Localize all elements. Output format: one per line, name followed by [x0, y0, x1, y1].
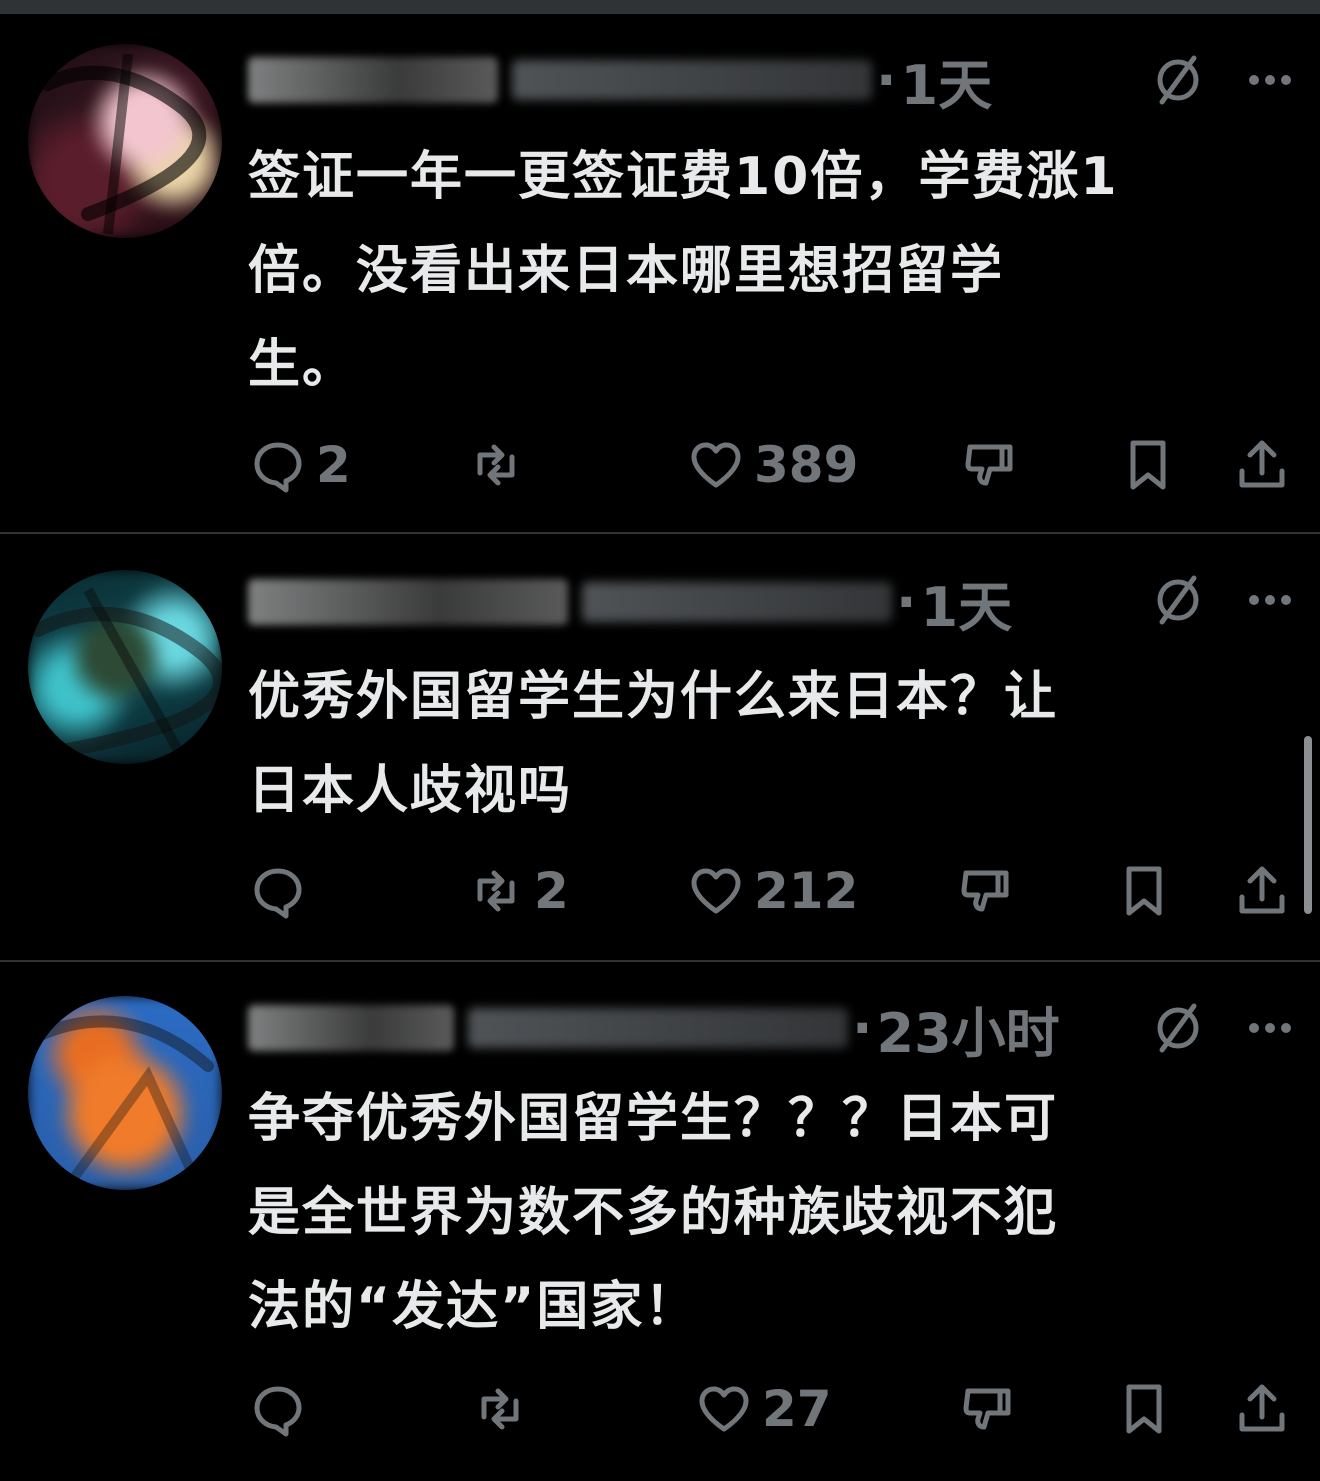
- tweet-text-line: 倍。没看出来日本哪里想招留学: [248, 241, 1005, 301]
- grok-icon[interactable]: [1148, 998, 1208, 1058]
- display-name-redacted[interactable]: [248, 579, 568, 625]
- speech-bubble-icon: [254, 868, 302, 919]
- like-button[interactable]: 27: [694, 1374, 832, 1444]
- heart-icon: [691, 868, 741, 914]
- more-icon[interactable]: [1248, 70, 1292, 90]
- retweet-count: 2: [534, 862, 569, 920]
- dislike-button[interactable]: [958, 1374, 1018, 1444]
- reply-tweet[interactable]: · 1天 优秀外国留学生为什么来日本？让 日本人歧视吗 2 212: [0, 534, 1320, 960]
- dislike-button[interactable]: [956, 856, 1016, 926]
- like-button[interactable]: 389: [686, 430, 858, 500]
- share-upload-icon: [1239, 440, 1285, 488]
- share-button[interactable]: [1232, 1374, 1292, 1444]
- like-count: 212: [754, 862, 859, 920]
- scrollbar[interactable]: [1304, 736, 1312, 914]
- handle-redacted[interactable]: [468, 1008, 848, 1048]
- bookmark-icon: [1130, 440, 1166, 490]
- share-upload-icon: [1239, 866, 1285, 914]
- bookmark-button[interactable]: [1118, 430, 1178, 500]
- grok-icon[interactable]: [1148, 50, 1208, 110]
- action-bar: 2 212: [248, 856, 1292, 926]
- speech-bubble-icon: [254, 442, 302, 493]
- share-button[interactable]: [1232, 430, 1292, 500]
- tweet-text-line: 是全世界为数不多的种族歧视不犯: [248, 1183, 1059, 1243]
- reply-count: 2: [316, 436, 351, 494]
- bookmark-button[interactable]: [1114, 856, 1174, 926]
- tweet-text-line: 签证一年一更签证费10倍，学费涨1: [248, 147, 1119, 207]
- avatar[interactable]: [28, 996, 222, 1190]
- avatar[interactable]: [28, 44, 222, 238]
- retweet-arrows-icon: [477, 870, 515, 912]
- tweet-text: 签证一年一更签证费10倍，学费涨1 倍。没看出来日本哪里想招留学 生。: [248, 130, 1288, 412]
- heart-icon: [691, 442, 741, 488]
- reply-tweet[interactable]: · 23小时 争夺优秀外国留学生？？？日本可 是全世界为数不多的种族歧视不犯 法…: [0, 962, 1320, 1481]
- thumbs-down-icon: [961, 870, 1009, 912]
- speech-bubble-icon: [254, 1386, 302, 1437]
- display-name-redacted[interactable]: [248, 57, 498, 103]
- like-count: 27: [762, 1380, 832, 1438]
- handle-redacted[interactable]: [512, 60, 872, 100]
- more-icon[interactable]: [1248, 1018, 1292, 1038]
- heart-icon: [699, 1386, 749, 1432]
- thumbs-down-icon: [963, 1388, 1011, 1430]
- tweet-header: · 1天: [248, 562, 1012, 642]
- avatar[interactable]: [28, 570, 222, 764]
- action-bar: 27: [248, 1374, 1292, 1444]
- tweet-header: · 23小时: [248, 988, 1060, 1068]
- share-button[interactable]: [1232, 856, 1292, 926]
- dislike-button[interactable]: [960, 430, 1020, 500]
- like-count: 389: [754, 436, 859, 494]
- tweet-text-line: 法的“发达”国家！: [248, 1277, 699, 1337]
- more-icon[interactable]: [1248, 590, 1292, 610]
- retweet-button[interactable]: [466, 430, 534, 500]
- tweet-text: 争夺优秀外国留学生？？？日本可 是全世界为数不多的种族歧视不犯 法的“发达”国家…: [248, 1072, 1288, 1354]
- bookmark-button[interactable]: [1114, 1374, 1174, 1444]
- retweet-button[interactable]: [470, 1374, 538, 1444]
- reply-button[interactable]: [248, 856, 316, 926]
- timestamp[interactable]: 1天: [921, 563, 1013, 642]
- timestamp[interactable]: 1天: [901, 41, 993, 120]
- bookmark-icon: [1126, 866, 1162, 916]
- retweet-button[interactable]: 2: [466, 856, 569, 926]
- handle-redacted[interactable]: [582, 582, 892, 622]
- action-bar: 2 389: [248, 430, 1292, 500]
- reply-button[interactable]: [248, 1374, 316, 1444]
- timestamp[interactable]: 23小时: [877, 989, 1060, 1068]
- display-name-redacted[interactable]: [248, 1005, 454, 1051]
- grok-icon[interactable]: [1148, 570, 1208, 630]
- like-button[interactable]: 212: [686, 856, 858, 926]
- tweet-text-line: 争夺优秀外国留学生？？？日本可: [248, 1089, 1059, 1149]
- tweet-text-line: 日本人歧视吗: [248, 761, 573, 821]
- tweet-text-line: 优秀外国留学生为什么来日本？让: [248, 667, 1059, 727]
- tweet-text: 优秀外国留学生为什么来日本？让 日本人歧视吗: [248, 650, 1288, 838]
- reply-button[interactable]: 2: [248, 430, 351, 500]
- tweet-header: · 1天: [248, 40, 992, 120]
- retweet-arrows-icon: [477, 444, 515, 486]
- thumbs-down-icon: [965, 444, 1013, 486]
- retweet-arrows-icon: [481, 1388, 519, 1430]
- reply-tweet[interactable]: · 1天 签证一年一更签证费10倍，学费涨1 倍。没看出来日本哪里想招留学 生。…: [0, 0, 1320, 530]
- share-upload-icon: [1239, 1384, 1285, 1432]
- tweet-text-line: 生。: [248, 335, 357, 395]
- bookmark-icon: [1126, 1384, 1162, 1434]
